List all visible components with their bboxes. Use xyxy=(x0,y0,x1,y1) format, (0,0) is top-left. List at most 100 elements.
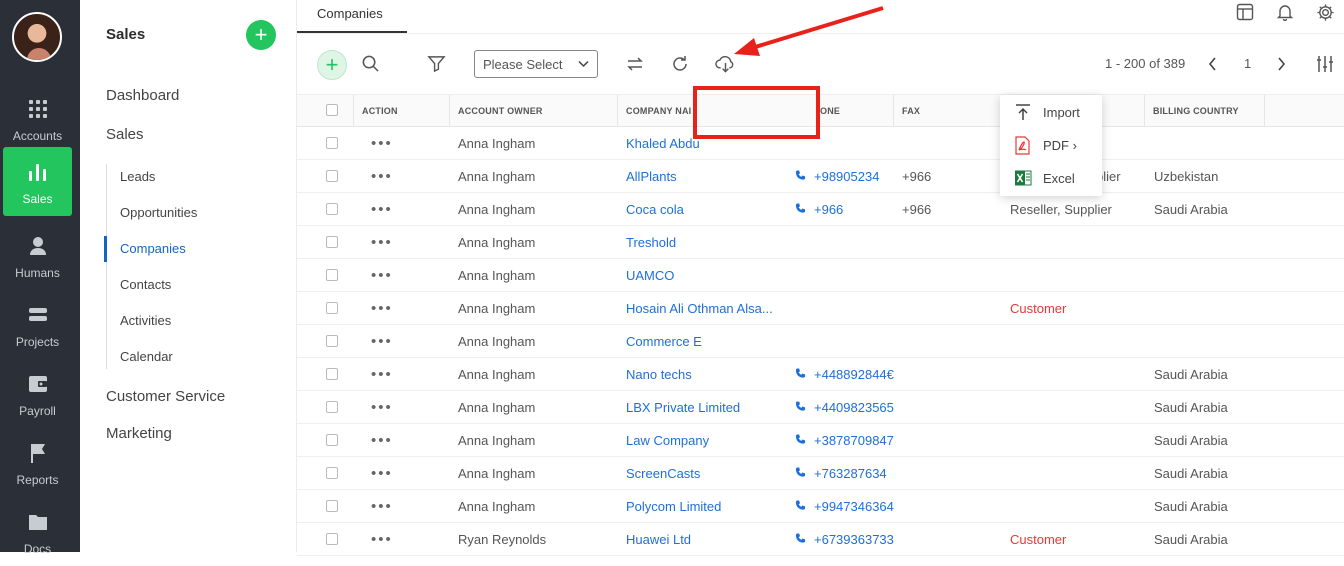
sidebar-item-dashboard[interactable]: Dashboard xyxy=(106,87,179,104)
gear-icon[interactable] xyxy=(1316,3,1336,23)
row-actions-button[interactable]: ••• xyxy=(371,432,393,449)
sidebar-item-opportunities[interactable]: Opportunities xyxy=(120,205,197,220)
filter-icon[interactable] xyxy=(427,54,447,74)
row-checkbox[interactable] xyxy=(326,203,338,215)
row-actions-button[interactable]: ••• xyxy=(371,234,393,251)
sidebar-item-customer-service[interactable]: Customer Service xyxy=(106,388,225,405)
cell-company[interactable]: LBX Private Limited xyxy=(626,391,806,423)
cell-company[interactable]: UAMCO xyxy=(626,259,806,291)
cell-company[interactable]: Law Company xyxy=(626,424,806,456)
swap-icon[interactable] xyxy=(625,54,645,74)
row-actions-button[interactable]: ••• xyxy=(371,267,393,284)
cell-company[interactable]: Polycom Limited xyxy=(626,490,806,522)
sidebar-item-companies[interactable]: Companies xyxy=(120,241,186,256)
sidebar-item-activities[interactable]: Activities xyxy=(120,313,171,328)
sidebar-item-calendar[interactable]: Calendar xyxy=(120,349,173,364)
layout-icon[interactable] xyxy=(1236,3,1256,23)
cell-company[interactable]: Hosain Ali Othman Alsa... xyxy=(626,292,806,324)
bell-icon[interactable] xyxy=(1276,3,1296,23)
table-row[interactable]: ••• Anna Ingham UAMCO xyxy=(297,259,1344,292)
row-checkbox[interactable] xyxy=(326,236,338,248)
row-checkbox[interactable] xyxy=(326,170,338,182)
sidebar-add-button[interactable]: + xyxy=(246,20,276,50)
column-settings-icon[interactable] xyxy=(1315,54,1335,74)
row-actions-button[interactable]: ••• xyxy=(371,465,393,482)
row-checkbox[interactable] xyxy=(326,137,338,149)
rail-item-payroll[interactable]: Payroll xyxy=(3,359,72,428)
sidebar-item-marketing[interactable]: Marketing xyxy=(106,425,172,442)
row-actions-button[interactable]: ••• xyxy=(371,399,393,416)
row-checkbox[interactable] xyxy=(326,302,338,314)
rail-item-accounts[interactable]: Accounts xyxy=(3,84,72,153)
sidebar-item-leads[interactable]: Leads xyxy=(120,169,155,184)
row-actions-button[interactable]: ••• xyxy=(371,531,393,548)
row-actions-button[interactable]: ••• xyxy=(371,135,393,152)
sidebar-item-contacts[interactable]: Contacts xyxy=(120,277,171,292)
row-checkbox[interactable] xyxy=(326,335,338,347)
rail-item-humans[interactable]: Humans xyxy=(3,221,72,290)
row-checkbox[interactable] xyxy=(326,269,338,281)
rail-item-reports[interactable]: Reports xyxy=(3,428,72,497)
cell-phone[interactable]: +98905234 xyxy=(795,160,895,192)
menu-item-pdf[interactable]: PDF › xyxy=(1000,130,1102,160)
cloud-download-icon[interactable] xyxy=(715,54,735,74)
row-actions-button[interactable]: ••• xyxy=(371,168,393,185)
menu-item-import[interactable]: Import xyxy=(1000,97,1102,127)
row-actions-button[interactable]: ••• xyxy=(371,333,393,350)
row-checkbox[interactable] xyxy=(326,434,338,446)
view-select[interactable]: Please Select xyxy=(474,50,598,78)
sidebar-item-sales[interactable]: Sales xyxy=(106,126,144,143)
table-row[interactable]: ••• Anna Ingham Hosain Ali Othman Alsa... C… xyxy=(297,292,1344,325)
cell-company[interactable]: Nano techs xyxy=(626,358,806,390)
cell-phone[interactable]: +966 xyxy=(795,193,895,225)
cell-company[interactable]: Treshold xyxy=(626,226,806,258)
cell-company[interactable]: Commerce E xyxy=(626,325,806,357)
menu-item-excel[interactable]: Excel xyxy=(1000,163,1102,193)
refresh-icon[interactable] xyxy=(670,54,690,74)
row-checkbox[interactable] xyxy=(326,368,338,380)
cell-company[interactable]: Coca cola xyxy=(626,193,806,225)
col-account-owner[interactable]: ACCOUNT OWNER xyxy=(449,95,617,127)
table-row[interactable]: ••• Anna Ingham Polycom Limited +9947346364… xyxy=(297,490,1344,523)
cell-phone[interactable]: +4409823565 xyxy=(795,391,895,423)
cell-company[interactable]: AllPlants xyxy=(626,160,806,192)
cell-company[interactable]: Huawei Ltd xyxy=(626,523,806,555)
cell-phone[interactable]: +448892844€ xyxy=(795,358,895,390)
row-checkbox[interactable] xyxy=(326,401,338,413)
cell-phone[interactable]: +9947346364 xyxy=(795,490,895,522)
chevron-right-icon[interactable] xyxy=(1274,54,1294,74)
cell-phone[interactable]: +3878709847 xyxy=(795,424,895,456)
select-all-checkbox[interactable] xyxy=(326,104,338,116)
rail-item-projects[interactable]: Projects xyxy=(3,290,72,359)
table-row[interactable]: ••• Ryan Reynolds Huawei Ltd +6739363733 Cus… xyxy=(297,523,1344,556)
col-billing-country[interactable]: BILLING COUNTRY xyxy=(1144,95,1265,127)
table-row[interactable]: •••Anna InghamKhaled AbduCustomer xyxy=(297,127,1344,160)
cell-phone[interactable]: +6739363733 xyxy=(795,523,895,555)
rail-item-sales[interactable]: Sales xyxy=(3,147,72,216)
chevron-left-icon[interactable] xyxy=(1206,54,1226,74)
row-actions-button[interactable]: ••• xyxy=(371,498,393,515)
table-row[interactable]: ••• Anna Ingham LBX Private Limited +440982… xyxy=(297,391,1344,424)
cell-company[interactable]: ScreenCasts xyxy=(626,457,806,489)
col-action[interactable]: ACTION xyxy=(353,95,449,127)
row-actions-button[interactable]: ••• xyxy=(371,201,393,218)
table-row[interactable]: ••• Anna Ingham Law Company +3878709847 Saud… xyxy=(297,424,1344,457)
row-checkbox[interactable] xyxy=(326,533,338,545)
user-avatar[interactable] xyxy=(12,12,62,62)
table-row[interactable]: •••Anna InghamAllPlants+98905234+966Cust… xyxy=(297,160,1344,193)
row-checkbox[interactable] xyxy=(326,467,338,479)
table-row[interactable]: ••• Anna Ingham Treshold xyxy=(297,226,1344,259)
cell-phone[interactable]: +763287634 xyxy=(795,457,895,489)
rail-item-docs[interactable]: Docs xyxy=(3,497,72,566)
add-company-button[interactable]: + xyxy=(317,50,347,80)
row-actions-button[interactable]: ••• xyxy=(371,300,393,317)
row-checkbox[interactable] xyxy=(326,500,338,512)
table-row[interactable]: ••• Anna Ingham Nano techs +448892844€ Saudi… xyxy=(297,358,1344,391)
tab-companies[interactable]: Companies xyxy=(297,0,407,33)
table-row[interactable]: ••• Anna Ingham Coca cola +966 +966 Reseller,… xyxy=(297,193,1344,226)
table-row[interactable]: ••• Anna Ingham ScreenCasts +763287634 Saudi… xyxy=(297,457,1344,490)
col-phone[interactable]: ONE xyxy=(812,95,893,127)
row-actions-button[interactable]: ••• xyxy=(371,366,393,383)
table-row[interactable]: ••• Anna Ingham Commerce E xyxy=(297,325,1344,358)
col-fax[interactable]: FAX xyxy=(893,95,1001,127)
